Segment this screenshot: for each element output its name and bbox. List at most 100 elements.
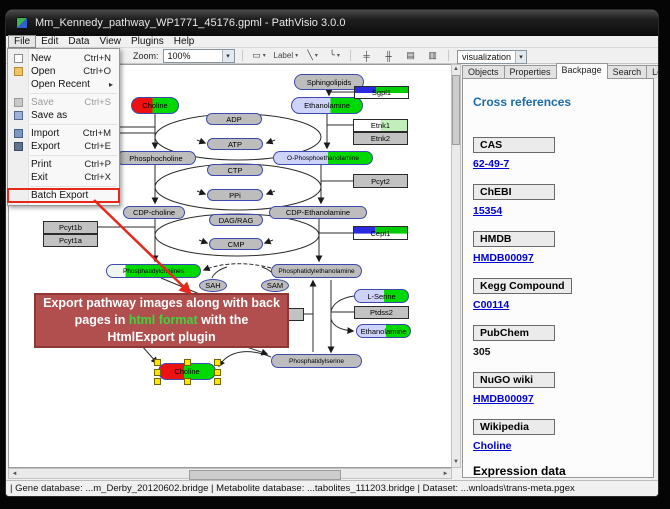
file-menu-item-exit[interactable]: ExitCtrl+X [8,171,119,184]
node-ppi[interactable]: PPi [207,189,263,201]
file-menu-item-new[interactable]: NewCtrl+N [8,52,119,65]
tab-legend[interactable]: Legend [646,65,658,79]
menubar-item-plugins[interactable]: Plugins [126,36,169,47]
tab-search[interactable]: Search [607,65,648,79]
selection-handle[interactable] [154,359,161,366]
node-adp[interactable]: ADP [206,113,262,125]
file-menu-item-export[interactable]: ExportCtrl+E [8,140,119,153]
node-pcyt1a[interactable]: Pcyt1a [43,234,98,247]
menubar-item-edit[interactable]: Edit [36,36,63,47]
xref-link[interactable]: 15354 [473,205,502,217]
scrollbar-thumb[interactable] [452,75,460,145]
zoom-combobox[interactable]: 100% ▾ [163,49,235,63]
node-cmp[interactable]: CMP [209,238,263,250]
pathvisio-window: Mm_Kennedy_pathway_WP1771_45176.gpml - P… [6,10,658,496]
selection-handle[interactable] [154,369,161,376]
selection-handle[interactable] [154,378,161,385]
file-menu-item-batch-export[interactable]: Batch Export [8,189,119,202]
menu-shortcut: Ctrl+O [83,66,115,77]
node-cdp-ethanolamine[interactable]: CDP-Ethanolamine [269,206,367,219]
xref-section-hmdb: HMDB HMDB00097 [473,229,653,264]
canvas-horizontal-scrollbar[interactable]: ◄ ► [8,468,452,479]
file-menu-item-save-as[interactable]: Save as [8,109,119,122]
node-phosphatidylethanolamine[interactable]: Phosphatidylethanolamine [271,264,362,278]
node-cept1[interactable]: Cept1 [353,226,408,240]
distribute-vertical-icon[interactable]: ▤ [401,48,420,63]
node-ctp[interactable]: CTP [207,164,263,176]
xref-link[interactable]: Choline [473,440,512,452]
file-menu-item-print[interactable]: PrintCtrl+P [8,158,119,171]
canvas-vertical-scrollbar[interactable]: ▲ ▼ [451,64,461,468]
node-sgpl1[interactable]: Sgpl1 [354,86,409,99]
scroll-right-icon[interactable]: ► [440,471,451,477]
tab-backpage[interactable]: Backpage [556,63,608,79]
scrollbar-thumb[interactable] [189,470,341,480]
callout-line2: pages in [75,313,129,327]
node-sam[interactable]: SAM [261,279,289,292]
line-combobox[interactable]: ╲ [303,48,322,63]
node-o-phosphoethanolamine[interactable]: O-Phosphoethanolamine [273,151,373,165]
node-phosphocholine[interactable]: Phosphocholine [116,151,196,165]
menu-shortcut: Ctrl+N [84,53,115,64]
node-atp[interactable]: ATP [207,138,263,150]
xref-link[interactable]: HMDB00097 [473,252,534,264]
node-phosphatidylserine[interactable]: Phosphatidylserine [271,354,362,368]
align-horizontal-center-icon[interactable]: ╫ [379,48,398,63]
file-menu-item-label: Export [28,141,84,152]
file-menu-item-open-recent[interactable]: Open Recent▸ [8,78,119,91]
chevron-down-icon[interactable]: ▾ [222,50,234,62]
chevron-down-icon[interactable]: ▾ [515,51,526,63]
selection-handle[interactable] [214,369,221,376]
node-dag-rag[interactable]: DAG/RAG [209,214,263,226]
xref-link[interactable]: C00114 [473,299,509,311]
selection-handle[interactable] [214,378,221,385]
backpage-panel: Cross references CAS62-49-7ChEBI15354HMD… [462,78,654,478]
tab-objects[interactable]: Objects [462,65,505,79]
xref-link[interactable]: HMDB00097 [473,393,534,405]
node-ethanolamine[interactable]: Ethanolamine [291,97,363,114]
node-ethanolamine[interactable]: Ethanolamine [356,324,411,338]
tab-properties[interactable]: Properties [504,65,557,79]
xref-source-box: Kegg Compound [473,278,572,294]
file-menu-item-import[interactable]: ImportCtrl+M [8,127,119,140]
label-combobox[interactable]: Label [272,48,301,63]
status-bar: | Gene database: ...m_Derby_20120602.bri… [6,480,658,496]
selection-handle[interactable] [184,359,191,366]
menubar-item-file[interactable]: File [8,35,36,48]
xref-source-box: HMDB [473,231,555,247]
menubar-item-help[interactable]: Help [169,36,200,47]
node-ptdss2[interactable]: Ptdss2 [354,306,409,319]
title-bar[interactable]: Mm_Kennedy_pathway_WP1771_45176.gpml - P… [6,10,658,36]
node-sah[interactable]: SAH [199,279,227,292]
file-menu-item-open[interactable]: OpenCtrl+O [8,65,119,78]
callout-line2-end: with the [198,313,249,327]
file-menu-item-label: Open [28,66,83,77]
connector-combobox[interactable]: ╰ [325,48,344,63]
node-pcyt1b[interactable]: Pcyt1b [43,221,98,234]
crossref-sections: CAS62-49-7ChEBI15354HMDBHMDB00097Kegg Co… [473,135,653,452]
menubar-item-view[interactable]: View [94,36,126,47]
scroll-left-icon[interactable]: ◄ [9,471,20,477]
distribute-horizontal-icon[interactable]: ▥ [423,48,442,63]
callout-line1: Export pathway images along with back [43,296,280,310]
node-etnk2[interactable]: Etnk2 [353,132,408,145]
file-menu-item-label: Save as [28,110,115,121]
visualization-combobox[interactable]: visualization ▾ [457,50,527,64]
node-pcyt2[interactable]: Pcyt2 [353,174,408,188]
scroll-down-icon[interactable]: ▼ [453,458,459,467]
node-etnk1[interactable]: Etnk1 [353,119,408,132]
node-choline[interactable]: Choline [131,97,179,114]
toolbar-separator [448,50,449,61]
node-l-serine[interactable]: L-Serine [354,289,409,303]
graphics-combobox[interactable]: ▭ [250,48,269,63]
menubar-item-data[interactable]: Data [63,36,94,47]
align-vertical-center-icon[interactable]: ╪ [357,48,376,63]
node-cdp-choline[interactable]: CDP-choline [123,206,185,219]
scroll-up-icon[interactable]: ▲ [453,65,459,74]
selection-handle[interactable] [214,359,221,366]
menu-separator [30,93,117,94]
expression-data-heading: Expression data [473,464,653,478]
xref-link[interactable]: 62-49-7 [473,158,509,170]
selection-handle[interactable] [184,378,191,385]
node-phosphatidylcholines[interactable]: Phosphatidylcholines [106,264,201,278]
